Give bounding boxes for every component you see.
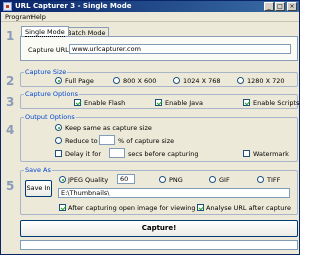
size-full-page-radio[interactable] bbox=[55, 77, 62, 84]
analyse-after-checkbox[interactable] bbox=[197, 204, 204, 211]
window-title: URL Capturer 3 - Single Mode bbox=[15, 2, 132, 10]
keep-same-radio[interactable] bbox=[55, 124, 62, 131]
delay-label: Delay it for bbox=[65, 150, 102, 158]
title-bar: URL Capturer 3 - Single Mode _ □ × bbox=[1, 1, 299, 12]
size-800x600-label: 800 X 600 bbox=[123, 77, 157, 85]
close-icon[interactable]: × bbox=[287, 2, 297, 11]
png-radio[interactable] bbox=[159, 176, 166, 183]
enable-java-label: Enable Java bbox=[165, 99, 203, 107]
reduce-percent-input[interactable] bbox=[99, 135, 115, 145]
output-options-title: Output Options bbox=[24, 113, 76, 121]
app-icon bbox=[3, 2, 12, 11]
watermark-label: Watermark bbox=[253, 150, 289, 158]
reduce-to-radio[interactable] bbox=[55, 137, 62, 144]
menu-program[interactable]: Program bbox=[5, 13, 32, 21]
size-1280x720-radio[interactable] bbox=[237, 77, 244, 84]
section-number-3: 3 bbox=[6, 95, 15, 109]
tiff-radio[interactable] bbox=[257, 176, 264, 183]
enable-scripts-label: Enable Scripts bbox=[253, 99, 300, 107]
enable-java-checkbox[interactable] bbox=[155, 99, 162, 106]
save-in-button[interactable]: Save In bbox=[25, 180, 52, 197]
section-number-5: 5 bbox=[6, 179, 15, 193]
app-window: URL Capturer 3 - Single Mode _ □ × Progr… bbox=[0, 0, 300, 255]
minimize-icon[interactable]: _ bbox=[264, 2, 274, 11]
output-options-group: Output Options Keep same as capture size… bbox=[20, 113, 298, 162]
enable-scripts-checkbox[interactable] bbox=[243, 99, 250, 106]
menu-bar: Program Help bbox=[1, 12, 299, 22]
status-bar bbox=[20, 240, 298, 250]
save-in-label: Save In bbox=[26, 184, 51, 192]
enable-flash-checkbox[interactable] bbox=[74, 99, 81, 106]
enable-flash-label: Enable Flash bbox=[84, 99, 126, 107]
gif-radio[interactable] bbox=[209, 176, 216, 183]
analyse-after-label: Analyse URL after capture bbox=[206, 204, 291, 212]
menu-help[interactable]: Help bbox=[31, 13, 46, 21]
open-after-label: After capturing open image for viewing bbox=[68, 204, 196, 212]
capture-button[interactable]: Capture! bbox=[20, 220, 298, 237]
keep-same-label: Keep same as capture size bbox=[65, 124, 152, 132]
watermark-checkbox[interactable] bbox=[243, 150, 250, 157]
delay-seconds-input[interactable] bbox=[109, 148, 125, 158]
tab-single-mode-label: Single Mode bbox=[25, 28, 65, 37]
gif-label: GIF bbox=[219, 176, 230, 184]
section-number-4: 4 bbox=[6, 123, 15, 137]
delay-suffix-label: secs before capturing bbox=[128, 150, 199, 158]
size-800x600-radio[interactable] bbox=[113, 77, 120, 84]
jpeg-quality-label: JPEG Quality bbox=[68, 176, 109, 184]
reduce-to-label: Reduce to bbox=[65, 137, 98, 145]
tiff-label: TIFF bbox=[267, 176, 281, 184]
maximize-icon[interactable]: □ bbox=[275, 2, 285, 11]
delay-checkbox[interactable] bbox=[55, 150, 62, 157]
capture-options-group: Capture Options Enable Flash Enable Java… bbox=[20, 90, 300, 109]
jpeg-quality-input[interactable]: 60 bbox=[117, 174, 135, 184]
save-as-title: Save As bbox=[24, 166, 52, 174]
size-1024x768-label: 1024 X 768 bbox=[183, 77, 221, 85]
jpeg-radio[interactable] bbox=[59, 176, 66, 183]
reduce-suffix-label: % of capture size bbox=[118, 137, 175, 145]
section-number-2: 2 bbox=[6, 74, 15, 88]
single-mode-panel: Capture URL: www.urlcapturer.com bbox=[20, 36, 298, 61]
open-after-checkbox[interactable] bbox=[59, 204, 66, 211]
size-1280x720-label: 1280 X 720 bbox=[247, 77, 285, 85]
png-label: PNG bbox=[169, 176, 183, 184]
capture-size-title: Capture Size bbox=[24, 68, 68, 76]
capture-options-title: Capture Options bbox=[24, 90, 79, 98]
section-number-1: 1 bbox=[6, 29, 15, 43]
size-full-page-label: Full Page bbox=[65, 77, 94, 85]
capture-url-input[interactable]: www.urlcapturer.com bbox=[69, 44, 291, 54]
save-path-input[interactable]: E:\Thumbnails\ bbox=[58, 188, 290, 198]
capture-button-label: Capture! bbox=[141, 224, 177, 232]
capture-url-label: Capture URL: bbox=[28, 46, 71, 54]
tab-single-mode[interactable]: Single Mode bbox=[21, 26, 69, 37]
size-1024x768-radio[interactable] bbox=[173, 77, 180, 84]
capture-size-group: Capture Size Full Page 800 X 600 1024 X … bbox=[20, 68, 298, 87]
save-as-group: Save As Save In JPEG Quality 60 PNG GIF … bbox=[20, 166, 298, 215]
